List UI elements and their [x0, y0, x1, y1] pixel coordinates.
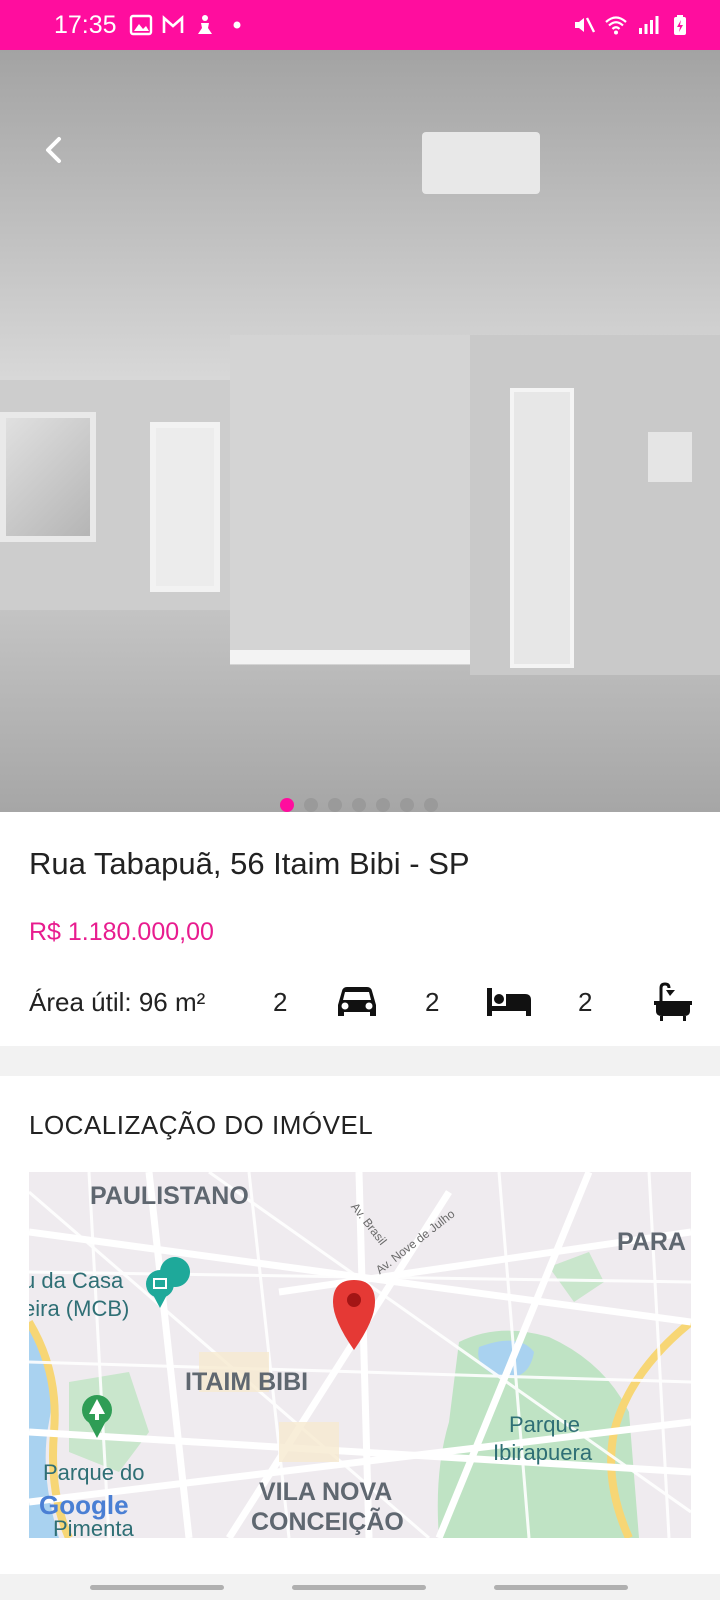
bathrooms-count: 2 [578, 986, 593, 1017]
map-label-conceicao: CONCEIÇÃO [251, 1508, 404, 1536]
parking-count: 2 [273, 986, 288, 1017]
property-price: R$ 1.180.000,00 [29, 918, 214, 946]
map-label-para: PARA [617, 1228, 686, 1256]
dot-icon [233, 21, 241, 29]
bedrooms-count: 2 [425, 986, 440, 1017]
property-features: Área útil: 96 m² 2 2 2 [29, 980, 693, 1024]
gallery-dot[interactable] [304, 798, 318, 812]
photo-wall-right [470, 335, 720, 675]
photo-elevator-door [510, 388, 574, 668]
gallery-indicator [280, 798, 438, 812]
map-place-ibirapuera: Ibirapuera [493, 1440, 593, 1465]
map-place-parque-do: Parque do [43, 1460, 145, 1485]
back-button[interactable] [32, 128, 76, 172]
status-bar: 17:35 [0, 0, 720, 50]
location-section: LOCALIZAÇÃO DO IMÓVEL PAULISTANO ITAIM B… [0, 1076, 720, 1574]
location-title: LOCALIZAÇÃO DO IMÓVEL [29, 1110, 374, 1140]
bathtub-icon [653, 980, 693, 1024]
gallery-dot[interactable] [328, 798, 342, 812]
signal-icon [639, 16, 659, 34]
property-photo[interactable] [0, 50, 720, 812]
wifi-icon [605, 16, 627, 35]
map-place-mcb: eira (MCB) [29, 1296, 130, 1321]
gallery-dot[interactable] [424, 798, 438, 812]
bed-icon [485, 980, 533, 1024]
car-icon [334, 980, 380, 1024]
photo-window [0, 412, 96, 542]
location-map[interactable]: PAULISTANO ITAIM BIBI VILA NOVA CONCEIÇÃ… [29, 1172, 691, 1538]
chevron-left-icon [46, 137, 61, 163]
gmail-icon [162, 15, 183, 33]
accessibility-icon [197, 15, 212, 34]
google-attribution: Google [39, 1490, 129, 1520]
photo-ceiling-light [422, 132, 540, 194]
area-label: Área útil: 96 m² [29, 986, 206, 1017]
status-time: 17:35 [54, 10, 117, 39]
image-icon [129, 14, 152, 36]
battery-icon [674, 15, 686, 35]
map-label-vila-nova: VILA NOVA [259, 1478, 393, 1506]
mute-icon [575, 17, 596, 33]
system-nav-bar [0, 1574, 720, 1600]
photo-wall-center [230, 335, 470, 665]
map-label-paulistano: PAULISTANO [90, 1182, 249, 1210]
nav-home-button[interactable] [292, 1585, 426, 1590]
photo-baseboard [230, 650, 470, 664]
photo-ceiling [0, 50, 720, 380]
nav-back-button[interactable] [494, 1585, 628, 1590]
nav-recents-button[interactable] [90, 1585, 224, 1590]
map-place-casa: u da Casa [29, 1268, 124, 1293]
property-info-card: Rua Tabapuã, 56 Itaim Bibi - SP R$ 1.180… [0, 812, 720, 1046]
map-label-itaim-bibi: ITAIM BIBI [185, 1368, 309, 1396]
photo-wall-panel [648, 432, 692, 482]
gallery-dot[interactable] [352, 798, 366, 812]
map-place-parque: Parque [509, 1412, 580, 1437]
gallery-dot-active[interactable] [280, 798, 294, 812]
photo-doorway [150, 422, 220, 592]
gallery-dot[interactable] [376, 798, 390, 812]
property-address: Rua Tabapuã, 56 Itaim Bibi - SP [29, 846, 470, 881]
gallery-dot[interactable] [400, 798, 414, 812]
